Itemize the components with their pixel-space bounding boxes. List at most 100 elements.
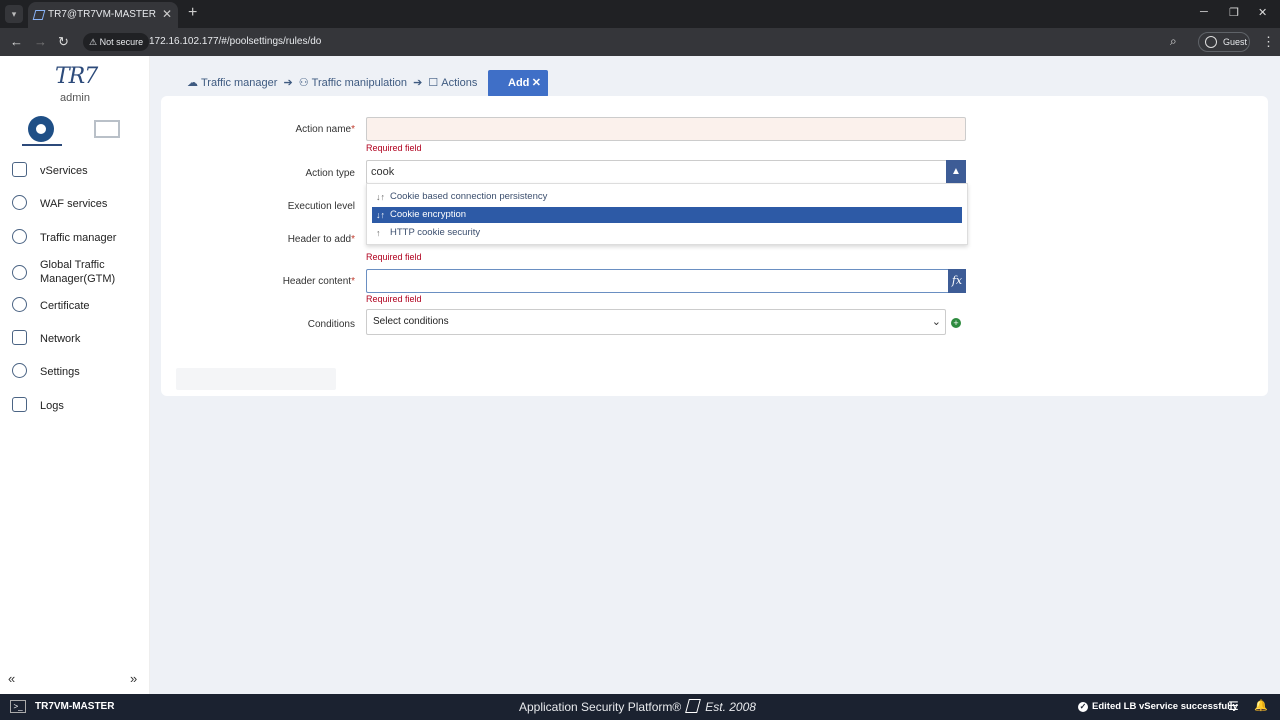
action-type-input[interactable]: cook ▲ <box>366 160 966 184</box>
close-tab-icon[interactable]: ✕ <box>532 70 541 97</box>
chevron-down-icon: ⌄ <box>931 316 941 328</box>
reload-icon[interactable]: ↻ <box>58 34 69 50</box>
sidebar-item-label: Network <box>40 333 81 345</box>
conditions-select[interactable]: Select conditions ⌄ <box>366 309 946 335</box>
settings-mode-tab[interactable] <box>22 114 62 146</box>
header-content-input[interactable]: fx <box>366 269 966 293</box>
sidebar-item-label: Certificate <box>40 300 90 312</box>
monitor-mode-tab[interactable] <box>86 114 126 146</box>
browser-addressbar: ← → ↻ ⚠ Not secure 172.16.102.177/#/pool… <box>0 28 1280 56</box>
action-type-label: Action type <box>305 168 355 179</box>
check-circle-icon: ✓ <box>1078 702 1088 712</box>
required-marker: * <box>351 124 355 135</box>
bell-icon[interactable]: 🔔 <box>1254 699 1268 712</box>
action-type-dropdown: ↓↑ Cookie based connection persistency ↓… <box>366 183 968 245</box>
breadcrumb-traffic-manipulation[interactable]: Traffic manipulation <box>312 77 407 89</box>
sidebar-item-logs[interactable]: Logs <box>0 391 150 421</box>
list-menu-icon[interactable]: ☰ <box>1228 699 1239 713</box>
sidebar-item-label: Logs <box>40 400 64 412</box>
restore-icon[interactable]: ❐ <box>1229 6 1239 19</box>
host-name: TR7VM-MASTER <box>35 701 115 712</box>
collapse-left-icon[interactable]: « <box>8 671 15 686</box>
form-action-buttons <box>176 368 336 390</box>
sidebar-item-waf-services[interactable]: WAF services <box>0 189 150 219</box>
terminal-icon[interactable]: >_ <box>10 700 26 713</box>
function-icon[interactable]: fx <box>948 269 966 293</box>
sidebar-item-gtm[interactable]: Global Traffic Manager(GTM) <box>0 256 150 292</box>
profile-label: Guest <box>1223 37 1248 47</box>
product-name: Application Security Platform® <box>519 700 682 714</box>
sidebar-item-label: Settings <box>40 366 80 378</box>
browser-tab[interactable]: TR7@TR7VM-MASTER ✕ <box>28 2 178 28</box>
logs-icon <box>12 397 27 412</box>
sidebar-item-label: Global Traffic Manager(GTM) <box>40 259 116 285</box>
tab-close-icon[interactable]: ✕ <box>162 7 172 21</box>
expand-right-icon[interactable]: » <box>130 671 137 686</box>
profile-icon <box>1205 36 1217 48</box>
add-condition-icon[interactable]: + <box>951 318 961 328</box>
product-tagline: Application Security Platform® Est. 2008 <box>519 699 756 714</box>
required-marker: * <box>351 276 355 287</box>
browser-tabbar: ▾ TR7@TR7VM-MASTER ✕ + ─ ❐ ✕ <box>0 0 1280 28</box>
sort-icon: ↓↑ <box>376 210 385 220</box>
minimize-icon[interactable]: ─ <box>1200 6 1208 18</box>
security-chip[interactable]: ⚠ Not secure <box>83 33 150 51</box>
browser-menu-icon[interactable]: ⋮ <box>1262 34 1275 50</box>
certificate-icon <box>12 297 27 312</box>
profile-button[interactable]: Guest <box>1198 32 1250 52</box>
tab-add[interactable]: Add ✕ <box>488 70 548 97</box>
sidebar-item-label: vServices <box>40 165 88 177</box>
header-to-add-label: Header to add* <box>205 234 355 245</box>
sidebar-item-network[interactable]: Network <box>0 324 150 354</box>
header-content-label-text: Header content <box>282 276 352 287</box>
monitor-chart-icon <box>94 120 120 138</box>
zoom-icon[interactable]: ⌕ <box>1170 34 1177 49</box>
back-icon[interactable]: ← <box>10 34 23 49</box>
network-icon <box>12 330 27 345</box>
tab-title: TR7@TR7VM-MASTER <box>48 9 156 20</box>
forward-icon[interactable]: → <box>34 34 47 49</box>
dropdown-option-label: HTTP cookie security <box>390 227 481 238</box>
dropdown-option[interactable]: ↑ HTTP cookie security <box>372 225 962 241</box>
settings-gear-icon <box>12 363 27 378</box>
sidebar-item-label: Traffic manager <box>40 232 117 244</box>
gear-icon <box>28 116 54 142</box>
header-content-label: Header content* <box>205 276 355 287</box>
sidebar-item-certificate[interactable]: Certificate <box>0 291 150 321</box>
sidebar: TR7 admin vServices WAF services Traffic… <box>0 56 150 694</box>
header-to-add-label-text: Header to add <box>287 234 352 245</box>
breadcrumb: ☁ Traffic manager ➔ ⚇ Traffic manipulation… <box>187 76 480 89</box>
action-name-label: Action name* <box>205 124 356 135</box>
cloud-icon <box>12 229 27 244</box>
chevron-up-icon[interactable]: ▲ <box>946 160 966 184</box>
conditions-label: Conditions <box>307 319 355 330</box>
header-to-add-error: Required field <box>366 252 422 262</box>
required-marker: * <box>351 234 355 245</box>
url-field[interactable]: 172.16.102.177/#/poolsettings/rules/do <box>149 36 321 47</box>
security-chip-label: Not secure <box>99 37 144 47</box>
dropdown-option[interactable]: ↓↑ Cookie based connection persistency <box>372 189 962 205</box>
user-name: admin <box>60 92 90 104</box>
action-name-input[interactable] <box>366 117 966 141</box>
tab-search-button[interactable]: ▾ <box>5 5 23 23</box>
sidebar-item-traffic-manager[interactable]: Traffic manager <box>0 223 150 253</box>
app-logo: TR7 <box>55 64 98 89</box>
action-name-error: Required field <box>366 143 422 153</box>
breadcrumb-actions[interactable]: Actions <box>441 77 477 89</box>
dropdown-option-selected[interactable]: ↓↑ Cookie encryption <box>372 207 962 223</box>
dropdown-option-label: Cookie encryption <box>390 209 467 220</box>
sidebar-item-settings[interactable]: Settings <box>0 357 150 387</box>
sitemap-icon <box>12 162 27 177</box>
new-tab-button[interactable]: + <box>188 4 197 22</box>
shield-icon <box>12 195 27 210</box>
sidebar-item-vservices[interactable]: vServices <box>0 156 150 186</box>
window-close-icon[interactable]: ✕ <box>1258 6 1267 19</box>
status-message: ✓ Edited LB vService successfully <box>1078 701 1238 712</box>
sort-icon: ↓↑ <box>376 192 385 202</box>
status-text: Edited LB vService successfully <box>1092 701 1238 712</box>
execution-level-label: Execution level <box>287 201 355 212</box>
footer-bar: >_ TR7VM-MASTER Application Security Pla… <box>0 694 1280 720</box>
sidebar-item-label: WAF services <box>40 198 108 210</box>
globe-icon <box>12 265 27 280</box>
breadcrumb-traffic-manager[interactable]: Traffic manager <box>201 77 277 89</box>
